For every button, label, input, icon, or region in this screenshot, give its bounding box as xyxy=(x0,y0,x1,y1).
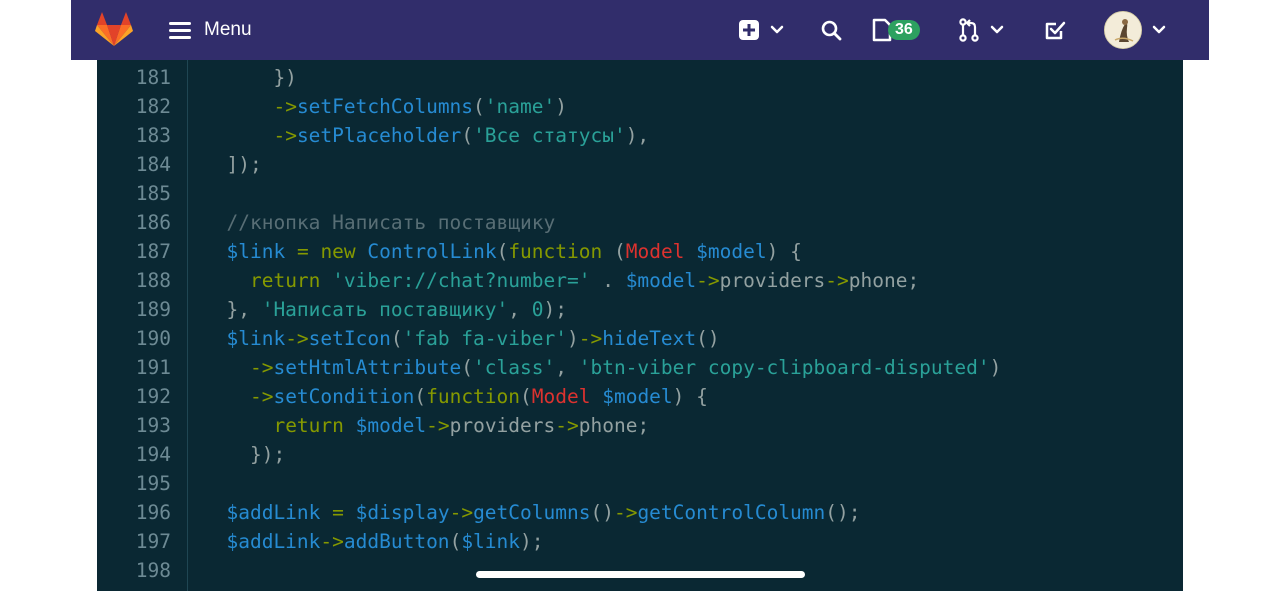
line-source: ->setHtmlAttribute('class', 'btn-viber c… xyxy=(249,356,1002,379)
line-source: ]); xyxy=(203,153,262,176)
code-line: 182 ->setFetchColumns('name') xyxy=(97,92,1183,121)
line-source: $link = new ControlLink(function (Model … xyxy=(226,240,802,263)
menu-label: Menu xyxy=(204,19,252,40)
code-line: 183 ->setPlaceholder('Все статусы'), xyxy=(97,121,1183,150)
line-number[interactable]: 189 xyxy=(97,295,171,324)
line-source: ->setCondition(function(Model $model) { xyxy=(249,385,708,408)
issues-button[interactable]: 36 xyxy=(871,0,920,60)
code-line: 193 return $model->providers->phone; xyxy=(97,411,1183,440)
merge-requests-dropdown[interactable] xyxy=(958,0,1004,60)
line-number[interactable]: 194 xyxy=(97,440,171,469)
line-number[interactable]: 182 xyxy=(97,92,171,121)
line-source: $addLink = $display->getColumns()->getCo… xyxy=(226,501,861,524)
line-source: $link->setIcon('fab fa-viber')->hideText… xyxy=(226,327,720,350)
merge-request-icon xyxy=(959,18,979,42)
user-menu-dropdown[interactable] xyxy=(1104,0,1166,60)
code-line: 194 }); xyxy=(97,440,1183,469)
line-number[interactable]: 181 xyxy=(97,63,171,92)
search-icon xyxy=(821,20,842,40)
home-indicator[interactable] xyxy=(476,571,805,578)
line-source: return 'viber://chat?number=' . $model->… xyxy=(249,269,920,292)
code-line: 181 }) xyxy=(97,63,1183,92)
line-number[interactable]: 190 xyxy=(97,324,171,353)
todo-checkbox-icon xyxy=(1045,21,1066,40)
code-line: 186 //кнопка Написать поставщику xyxy=(97,208,1183,237)
avatar xyxy=(1104,11,1142,49)
code-line: 184 ]); xyxy=(97,150,1183,179)
line-number[interactable]: 188 xyxy=(97,266,171,295)
code-line: 192 ->setCondition(function(Model $model… xyxy=(97,382,1183,411)
code-line: 197 $addLink->addButton($link); xyxy=(97,527,1183,556)
line-number[interactable]: 198 xyxy=(97,556,171,585)
top-navbar: Menu 36 xyxy=(71,0,1209,60)
line-number[interactable]: 184 xyxy=(97,150,171,179)
line-number[interactable]: 193 xyxy=(97,411,171,440)
code-line: 191 ->setHtmlAttribute('class', 'btn-vib… xyxy=(97,353,1183,382)
chevron-down-icon xyxy=(1152,25,1166,34)
gitlab-logo-icon[interactable] xyxy=(95,12,133,47)
hamburger-icon xyxy=(169,22,191,39)
code-line: 188 return 'viber://chat?number=' . $mod… xyxy=(97,266,1183,295)
code-line: 187 $link = new ControlLink(function (Mo… xyxy=(97,237,1183,266)
line-number[interactable]: 191 xyxy=(97,353,171,382)
line-source: }, 'Написать поставщику', 0); xyxy=(203,298,567,321)
line-source: ->setPlaceholder('Все статусы'), xyxy=(273,124,650,147)
search-button[interactable] xyxy=(821,0,842,60)
line-source: return $model->providers->phone; xyxy=(273,414,650,437)
line-source: ->setFetchColumns('name') xyxy=(273,95,567,118)
issues-count-badge: 36 xyxy=(888,20,920,40)
line-number[interactable]: 183 xyxy=(97,121,171,150)
line-source: }) xyxy=(203,66,297,89)
line-number[interactable]: 196 xyxy=(97,498,171,527)
code-line: 195 xyxy=(97,469,1183,498)
chevron-down-icon xyxy=(990,25,1004,34)
code-line: 196 $addLink = $display->getColumns()->g… xyxy=(97,498,1183,527)
chevron-down-icon xyxy=(770,25,784,34)
todos-button[interactable] xyxy=(1044,0,1066,60)
menu-button[interactable]: Menu xyxy=(169,0,252,60)
code-line: 189 }, 'Написать поставщику', 0); xyxy=(97,295,1183,324)
code-line: 190 $link->setIcon('fab fa-viber')->hide… xyxy=(97,324,1183,353)
line-number[interactable]: 195 xyxy=(97,469,171,498)
line-number[interactable]: 197 xyxy=(97,527,171,556)
line-number[interactable]: 192 xyxy=(97,382,171,411)
line-source: $addLink->addButton($link); xyxy=(226,530,544,553)
create-new-dropdown[interactable] xyxy=(738,0,784,60)
line-number[interactable]: 185 xyxy=(97,179,171,208)
line-source: }); xyxy=(203,443,286,466)
code-viewer: 181 }) 182 ->setFetchColumns('name') 183 -… xyxy=(97,60,1183,591)
avatar-image-icon xyxy=(1105,12,1141,48)
line-number[interactable]: 186 xyxy=(97,208,171,237)
line-source: //кнопка Написать поставщику xyxy=(226,211,556,234)
line-number[interactable]: 187 xyxy=(97,237,171,266)
code-line: 185 xyxy=(97,179,1183,208)
plus-square-icon xyxy=(739,20,759,40)
